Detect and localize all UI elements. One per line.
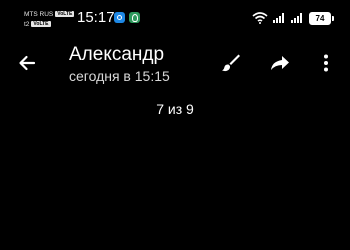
contact-name: Александр xyxy=(69,44,165,65)
title-block: Александр сегодня в 15:15 xyxy=(69,43,170,85)
brush-icon xyxy=(222,54,240,72)
signal-icon xyxy=(273,13,285,23)
back-button[interactable] xyxy=(14,50,40,76)
more-vert-icon xyxy=(324,54,328,72)
media-counter: 7 из 9 xyxy=(156,101,194,117)
edit-button[interactable] xyxy=(219,51,243,75)
system-icons: 74 xyxy=(252,10,334,26)
share-button[interactable] xyxy=(268,51,292,75)
status-time: 15:17 xyxy=(77,9,115,26)
vpn-icon xyxy=(114,12,125,23)
back-arrow-icon xyxy=(19,55,36,71)
battery-icon: 74 xyxy=(309,11,334,25)
wifi-icon xyxy=(252,12,268,24)
app-notification-icon xyxy=(129,12,140,23)
status-bar: MTS RUS VoLTE t2 VoLTE 15:17 74 xyxy=(0,0,350,36)
carrier-2-name: t2 xyxy=(24,20,30,28)
volte-badge: VoLTE xyxy=(55,11,75,17)
carrier-1-name: MTS RUS xyxy=(24,10,54,18)
signal-icon xyxy=(291,13,303,23)
more-options-button[interactable] xyxy=(314,51,338,75)
viewer-toolbar: Александр сегодня в 15:15 xyxy=(0,40,350,86)
volte-badge: VoLTE xyxy=(31,21,51,27)
message-timestamp: сегодня в 15:15 xyxy=(69,68,170,84)
battery-level: 74 xyxy=(315,13,325,23)
carrier-info: MTS RUS VoLTE t2 VoLTE xyxy=(24,9,75,29)
share-icon xyxy=(271,56,289,70)
